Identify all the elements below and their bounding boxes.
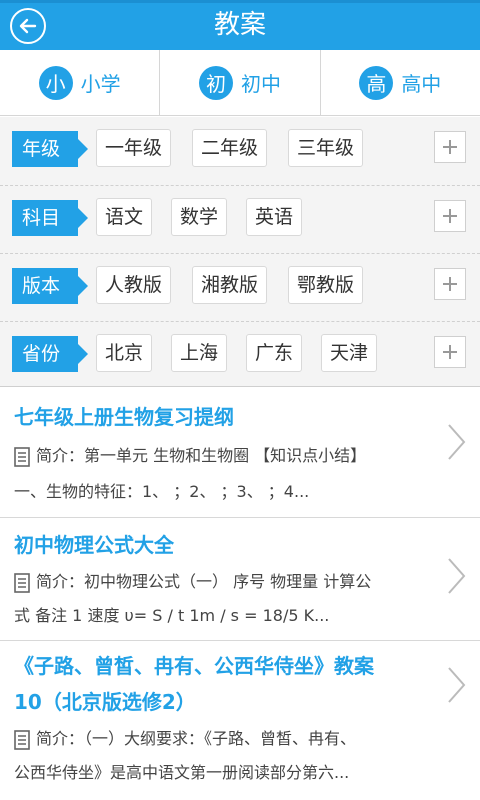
plus-icon: [443, 140, 457, 154]
filter-tag: 年级: [12, 131, 88, 167]
item-desc-line1: 简介：第一单元 生物和生物圈 【知识点小结】: [36, 446, 367, 465]
filter-option[interactable]: 天津: [321, 334, 378, 372]
app-header: 教案: [0, 0, 480, 50]
list-item[interactable]: 《子路、曾皙、冉有、公西华侍坐》教案 10（北京版选修2） 简介：（一）大纲要求…: [0, 641, 480, 800]
filter-row-edition: 版本 人教版 湘教版 鄂教版: [0, 253, 480, 321]
document-icon: [14, 572, 30, 593]
list-item[interactable]: 七年级上册生物复习提纲 简介：第一单元 生物和生物圈 【知识点小结】 一、生物的…: [0, 388, 480, 518]
filter-tag: 省份: [12, 336, 88, 372]
item-desc: 简介：第一单元 生物和生物圈 【知识点小结】: [14, 440, 434, 472]
level-tabs: 小 小学 初 初中 高 高中: [0, 50, 480, 116]
chevron-right-icon: [448, 558, 466, 594]
page-title: 教案: [213, 10, 266, 40]
filter-tag: 科目: [12, 200, 88, 236]
item-desc-line1: 简介：（一）大纲要求：《子路、曾皙、冉有、: [36, 729, 357, 748]
junior-badge-icon: 初: [198, 65, 233, 100]
senior-badge-icon: 高: [359, 65, 394, 100]
filter-row-province: 省份 北京 上海 广东 天津: [0, 321, 480, 389]
filter-option[interactable]: 英语: [246, 198, 303, 236]
document-icon: [14, 446, 30, 467]
filter-option[interactable]: 北京: [96, 334, 153, 372]
filter-option[interactable]: 人教版: [96, 266, 172, 304]
filter-option[interactable]: 语文: [96, 198, 153, 236]
tab-senior-high[interactable]: 高 高中: [321, 50, 480, 115]
list-item[interactable]: 初中物理公式大全 简介：初中物理公式（一） 序号 物理量 计算公 式 备注 1 …: [0, 518, 480, 641]
filter-option[interactable]: 湘教版: [192, 266, 268, 304]
filter-tag: 版本: [12, 268, 88, 304]
filter-panel: 年级 一年级 二年级 三年级 科目 语文 数学 英语 版本 人教版 湘教版 鄂教…: [0, 117, 480, 387]
item-desc-line2: 一、生物的特征：1、 ；2、 ；3、 ；4...: [14, 482, 310, 501]
item-title[interactable]: 《子路、曾皙、冉有、公西华侍坐》教案: [14, 649, 424, 683]
document-icon: [14, 729, 30, 750]
item-title[interactable]: 七年级上册生物复习提纲: [14, 400, 424, 434]
chevron-right-icon: [448, 424, 466, 460]
expand-button[interactable]: [434, 268, 466, 300]
plus-icon: [443, 209, 457, 223]
item-desc-line1: 简介：初中物理公式（一） 序号 物理量 计算公: [36, 572, 372, 591]
expand-button[interactable]: [434, 200, 466, 232]
filter-option[interactable]: 上海: [171, 334, 228, 372]
filter-option[interactable]: 三年级: [288, 129, 364, 167]
filter-option[interactable]: 鄂教版: [288, 266, 364, 304]
tab-label: 高中: [401, 72, 442, 96]
filter-option[interactable]: 数学: [171, 198, 228, 236]
item-desc-line2: 式 备注 1 速度 υ= S / t 1m / s = 18/5 K...: [14, 606, 330, 625]
item-title-line2[interactable]: 10（北京版选修2）: [14, 685, 424, 719]
plus-icon: [443, 345, 457, 359]
chevron-right-icon: [448, 667, 466, 703]
item-desc-line2: 公西华侍坐》是高中语文第一册阅读部分第六...: [14, 763, 350, 782]
item-desc: 简介：初中物理公式（一） 序号 物理量 计算公: [14, 566, 434, 598]
tab-label: 小学: [80, 72, 121, 96]
tab-primary[interactable]: 小 小学: [0, 50, 161, 115]
tab-junior-high[interactable]: 初 初中: [160, 50, 321, 115]
primary-badge-icon: 小: [38, 65, 73, 100]
item-desc: 简介：（一）大纲要求：《子路、曾皙、冉有、: [14, 723, 434, 755]
tab-label: 初中: [240, 72, 281, 96]
filter-option[interactable]: 二年级: [192, 129, 268, 167]
filter-row-grade: 年级 一年级 二年级 三年级: [0, 117, 480, 185]
plus-icon: [443, 277, 457, 291]
filter-option[interactable]: 广东: [246, 334, 303, 372]
expand-button[interactable]: [434, 131, 466, 163]
item-title[interactable]: 初中物理公式大全: [14, 528, 424, 562]
filter-row-subject: 科目 语文 数学 英语: [0, 185, 480, 253]
article-list: 七年级上册生物复习提纲 简介：第一单元 生物和生物圈 【知识点小结】 一、生物的…: [0, 388, 480, 800]
filter-option[interactable]: 一年级: [96, 129, 172, 167]
expand-button[interactable]: [434, 336, 466, 368]
